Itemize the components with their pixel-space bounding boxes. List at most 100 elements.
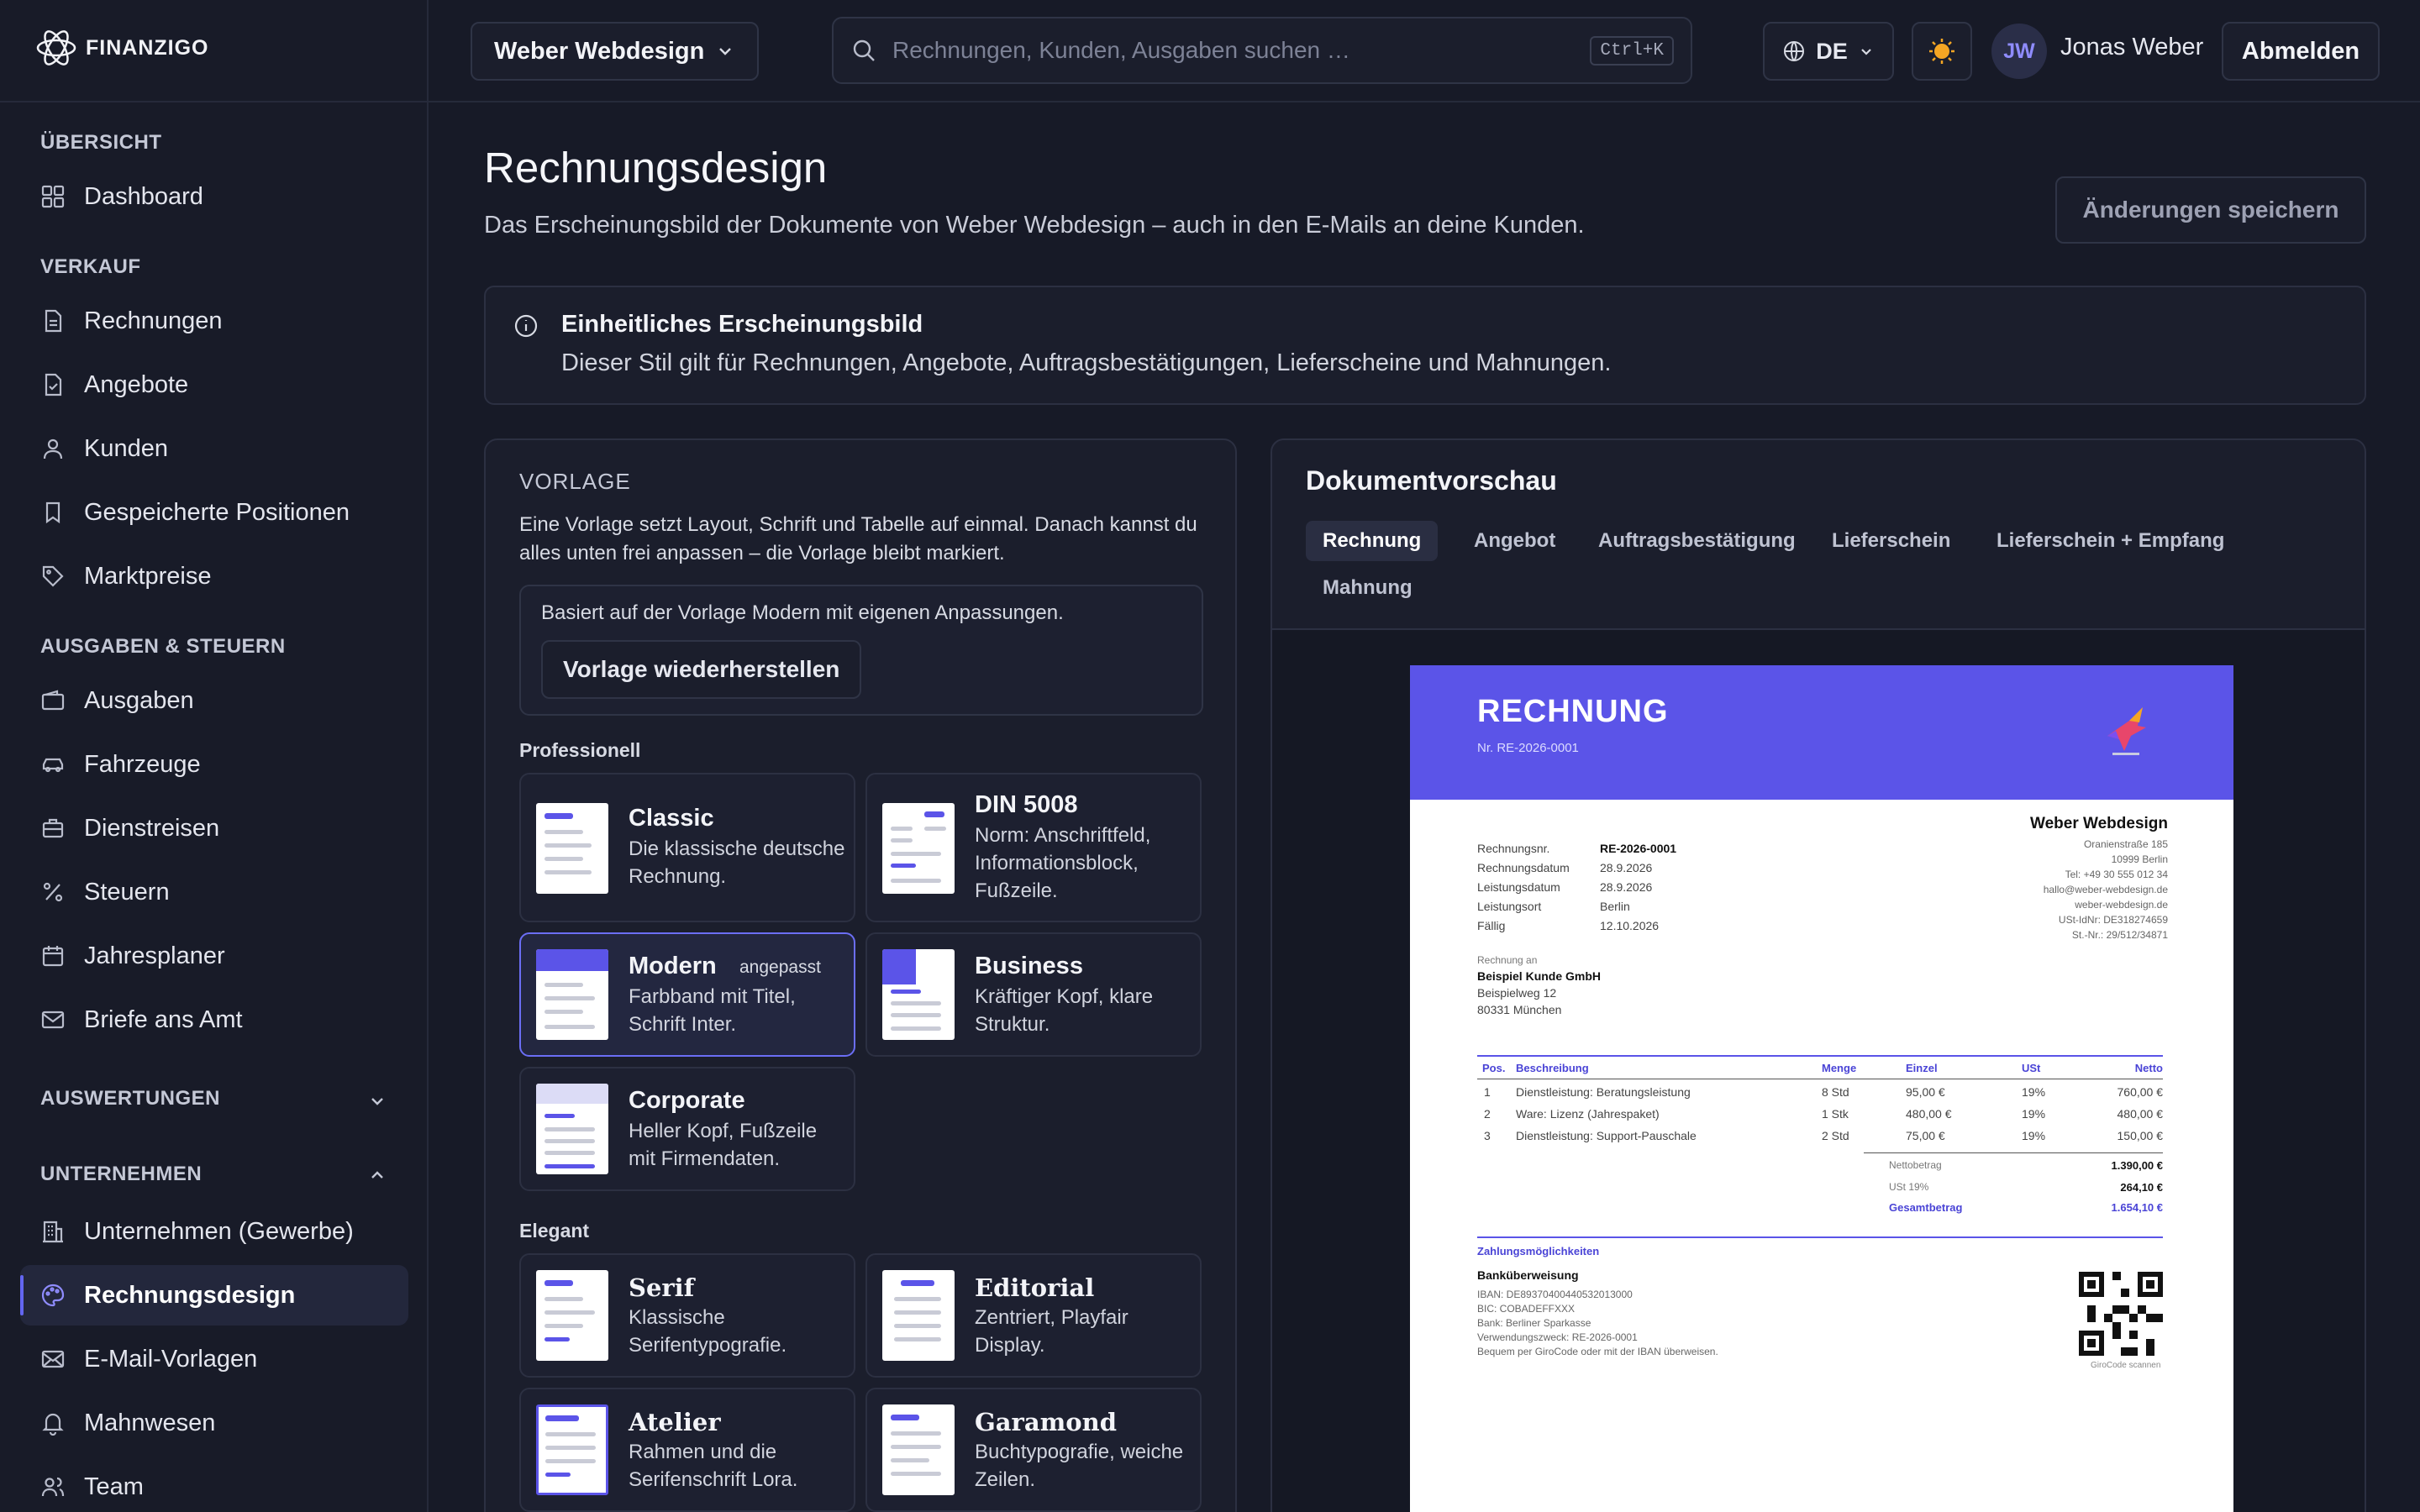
template-card-serif[interactable]: Serif Klassische Serifentypografie.: [519, 1253, 855, 1378]
template-thumbnail: [536, 1404, 608, 1495]
language-switcher[interactable]: DE: [1763, 22, 1894, 81]
chevron-down-icon: [719, 48, 731, 55]
sidebar-item-ausgaben[interactable]: Ausgaben: [20, 670, 408, 731]
sidebar-item-jahresplaner[interactable]: Jahresplaner: [20, 926, 408, 986]
bird-logo-icon: [2107, 707, 2146, 755]
info-icon: [514, 314, 538, 338]
car-icon: [42, 758, 64, 773]
search-input[interactable]: [892, 37, 1576, 64]
sidebar-item-label: Unternehmen (Gewerbe): [84, 1217, 354, 1245]
save-button[interactable]: Änderungen speichern: [2055, 176, 2366, 244]
meta-value: RE-2026-0001: [1600, 842, 1677, 855]
sidebar-item-unternehmen[interactable]: Unternehmen (Gewerbe): [20, 1201, 408, 1262]
template-name: Atelier: [629, 1408, 721, 1436]
template-name: Editorial: [975, 1273, 1095, 1302]
sidebar-item-label: Rechnungsdesign: [84, 1281, 296, 1309]
header-divider: [429, 101, 2420, 102]
section-reports[interactable]: AUSWERTUNGEN: [40, 1087, 402, 1110]
table-cell: Dienstleistung: Beratungsleistung: [1516, 1085, 1691, 1099]
sidebar-item-label: Angebote: [84, 370, 189, 398]
avatar[interactable]: JW: [1991, 24, 2047, 79]
sidebar-item-angebote[interactable]: Angebote: [20, 354, 408, 415]
sidebar-item-rechnungsdesign[interactable]: Rechnungsdesign: [20, 1265, 408, 1326]
invoice-document: RECHNUNG Nr. RE-2026-0001 Weber Webdesig…: [1410, 665, 2233, 1512]
template-card-modern[interactable]: Modern angepasst Farbband mit Titel, Sch…: [519, 932, 855, 1057]
recipient-name: Beispiel Kunde GmbH: [1477, 969, 1602, 983]
customized-badge: angepasst: [739, 958, 821, 977]
doc-company: Weber Webdesign: [2030, 815, 2168, 832]
template-name: Classic: [629, 805, 714, 832]
sidebar-item-email-vorlagen[interactable]: E-Mail-Vorlagen: [20, 1329, 408, 1389]
template-card-editorial[interactable]: Editorial Zentriert, Playfair Display.: [865, 1253, 1202, 1378]
chevron-up-icon[interactable]: [366, 1164, 388, 1186]
sidebar-item-marktpreise[interactable]: Marktpreise: [20, 546, 408, 606]
template-card-business[interactable]: Business Kräftiger Kopf, klare Struktur.: [865, 932, 1202, 1057]
template-thumbnail: [882, 949, 955, 1040]
qr-code-icon: [2079, 1272, 2163, 1356]
sidebar-item-steuern[interactable]: Steuern: [20, 862, 408, 922]
doc-address-line: St.-Nr.: 29/512/34871: [2071, 929, 2168, 941]
sidebar-item-label: Marktpreise: [84, 562, 212, 590]
bank-transfer-title: Banküberweisung: [1477, 1268, 1579, 1282]
meta-label: Rechnungsdatum: [1477, 861, 1570, 874]
template-card-din[interactable]: DIN 5008 Norm: Anschriftfeld, Informatio…: [865, 773, 1202, 922]
template-heading: VORLAGE: [519, 469, 631, 494]
total-value: 1.390,00 €: [2111, 1159, 2163, 1172]
template-name: Garamond: [975, 1408, 1118, 1436]
bank-line: Verwendungszweck: RE-2026-0001: [1477, 1331, 1638, 1343]
table-cell: 150,00 €: [2117, 1129, 2164, 1142]
sidebar-item-kunden[interactable]: Kunden: [20, 418, 408, 479]
sidebar-item-positionen[interactable]: Gespeicherte Positionen: [20, 482, 408, 543]
template-status-box: Basiert auf der Vorlage Modern mit eigen…: [519, 585, 1203, 716]
table-header: Pos.: [1482, 1062, 1506, 1074]
template-name: Business: [975, 953, 1083, 979]
tab-auftragsbestaetigung[interactable]: Auftragsbestätigung: [1581, 521, 1812, 561]
logout-button[interactable]: Abmelden: [2222, 22, 2380, 81]
template-card-classic[interactable]: Classic Die klassische deutsche Rechnung…: [519, 773, 855, 922]
qr-caption: GiroCode scannen: [2091, 1361, 2161, 1370]
palette-icon: [41, 1284, 65, 1307]
app-logo[interactable]: FINANZIGO: [34, 25, 209, 71]
meta-value: 28.9.2026: [1600, 880, 1653, 894]
meta-value: 28.9.2026: [1600, 861, 1653, 874]
table-cell: 2 Std: [1822, 1129, 1849, 1142]
bank-line: Bank: Berliner Sparkasse: [1477, 1317, 1591, 1329]
tab-rechnung[interactable]: Rechnung: [1306, 521, 1439, 561]
bank-line: Bequem per GiroCode oder mit der IBAN üb…: [1477, 1346, 1718, 1357]
template-card-atelier[interactable]: Atelier Rahmen und die Serifenschrift Lo…: [519, 1388, 855, 1512]
info-title: Einheitliches Erscheinungsbild: [561, 311, 923, 338]
template-desc: Kräftiger Kopf, klare Struktur.: [975, 985, 1154, 1036]
tab-lieferschein[interactable]: Lieferschein: [1815, 521, 1967, 561]
template-card-garamond[interactable]: Garamond Buchtypografie, weiche Zeilen.: [865, 1388, 1202, 1512]
tab-lieferschein-empfang[interactable]: Lieferschein + Empfang: [1980, 521, 2241, 561]
divider: [0, 101, 429, 102]
template-description: Eine Vorlage setzt Layout, Schrift und T…: [519, 513, 1197, 564]
sidebar-item-mahnwesen[interactable]: Mahnwesen: [20, 1393, 408, 1453]
sidebar-item-team[interactable]: Team: [20, 1457, 408, 1512]
sidebar-item-dashboard[interactable]: Dashboard: [20, 166, 408, 227]
shortcut-badge: Ctrl+K: [1590, 35, 1674, 66]
chevron-down-icon[interactable]: [366, 1090, 388, 1112]
template-card-corporate[interactable]: Corporate Heller Kopf, Fußzeile mit Firm…: [519, 1067, 855, 1191]
sun-icon: [1929, 39, 1954, 64]
sidebar-item-fahrzeuge[interactable]: Fahrzeuge: [20, 734, 408, 795]
restore-template-button[interactable]: Vorlage wiederherstellen: [541, 640, 862, 699]
theme-toggle[interactable]: [1912, 22, 1972, 81]
section-overview: ÜBERSICHT: [40, 131, 162, 154]
section-company[interactable]: UNTERNEHMEN: [40, 1163, 402, 1186]
users-icon: [41, 1477, 65, 1497]
tab-mahnung[interactable]: Mahnung: [1306, 568, 1429, 608]
meta-value: Berlin: [1600, 900, 1630, 913]
sidebar-item-dienstreisen[interactable]: Dienstreisen: [20, 798, 408, 858]
template-status-text: Basiert auf der Vorlage Modern mit eigen…: [541, 601, 1064, 624]
table-cell: 2: [1484, 1107, 1491, 1121]
table-cell: 8 Std: [1822, 1085, 1849, 1099]
sidebar-item-rechnungen[interactable]: Rechnungen: [20, 291, 408, 351]
sidebar-item-briefe[interactable]: Briefe ans Amt: [20, 990, 408, 1050]
company-switcher[interactable]: Weber Webdesign: [471, 22, 759, 81]
sidebar-item-label: Gespeicherte Positionen: [84, 498, 350, 526]
search-bar[interactable]: Ctrl+K: [832, 17, 1692, 84]
document-icon: [45, 309, 62, 333]
tab-angebot[interactable]: Angebot: [1457, 521, 1572, 561]
chevron-down-icon: [1860, 49, 1871, 55]
